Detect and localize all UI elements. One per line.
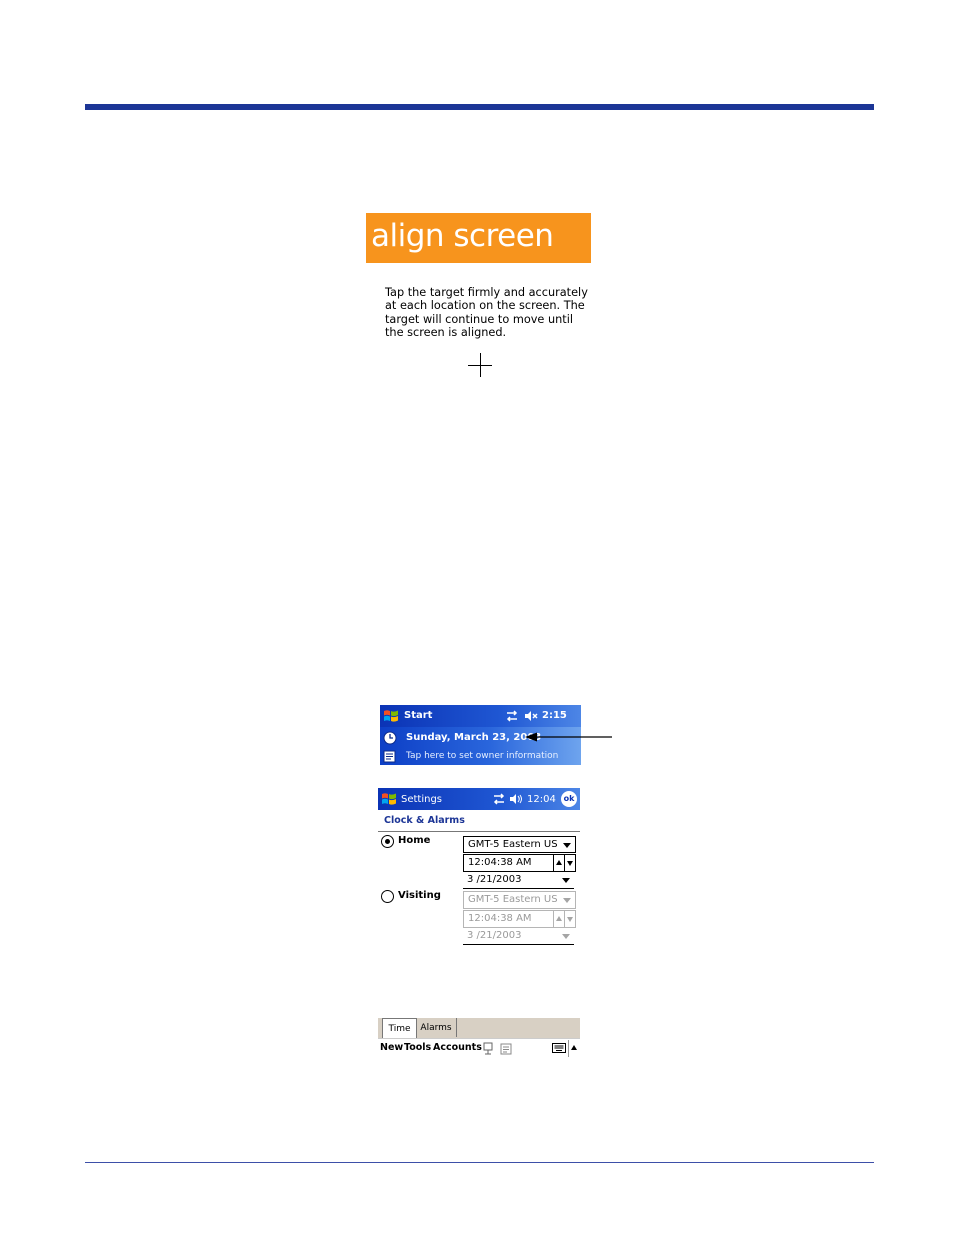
settings-screen: Settings 12:04 ok Clock & Alarms Home GM…: [378, 788, 580, 950]
spin-down-button[interactable]: [564, 855, 575, 871]
arrow-up-icon: [556, 916, 562, 921]
home-timezone-value: GMT-5 Eastern US: [468, 839, 558, 850]
sip-menu-button[interactable]: [568, 1040, 579, 1057]
visiting-time-value: 12:04:38 AM: [468, 913, 532, 924]
align-screen-title: align screen: [371, 218, 554, 254]
windows-start-icon[interactable]: [381, 791, 397, 807]
header-rule: [85, 104, 874, 110]
speaker-muted-icon[interactable]: [524, 710, 538, 722]
menu-tools[interactable]: Tools: [404, 1042, 431, 1053]
keyboard-icon[interactable]: [552, 1042, 566, 1054]
spin-up-button[interactable]: [553, 855, 564, 871]
speaker-icon[interactable]: [509, 793, 523, 805]
settings-title-bar: Settings 12:04 ok: [378, 788, 580, 810]
align-instructions: Tap the target firmly and accurately at …: [385, 286, 588, 339]
align-instruction-line: target will continue to move until: [385, 312, 573, 326]
visiting-timezone-value: GMT-5 Eastern US: [468, 894, 558, 905]
home-label[interactable]: Home: [398, 835, 430, 846]
visiting-label[interactable]: Visiting: [398, 890, 441, 901]
visiting-time-field[interactable]: 12:04:38 AM: [463, 910, 576, 928]
visiting-date-value: 3 /21/2003: [467, 930, 522, 941]
visiting-date-field[interactable]: 3 /21/2003: [463, 928, 574, 945]
arrow-up-icon: [556, 860, 562, 865]
home-time-field[interactable]: 12:04:38 AM: [463, 854, 576, 872]
callout-arrow: [525, 732, 612, 742]
arrow-down-icon: [567, 917, 573, 922]
arrow-down-icon: [567, 861, 573, 866]
align-instruction-line: at each location on the screen. The: [385, 299, 585, 313]
dropdown-arrow-icon[interactable]: [563, 898, 571, 903]
tab-alarms[interactable]: Alarms: [416, 1018, 457, 1037]
visiting-timezone-select[interactable]: GMT-5 Eastern US: [463, 891, 576, 909]
tab-time[interactable]: Time: [382, 1018, 417, 1039]
clock-icon: [383, 731, 397, 745]
divider: [378, 831, 580, 832]
menu-new[interactable]: New: [380, 1042, 403, 1053]
clock-time[interactable]: 12:04: [527, 794, 556, 805]
clock-time[interactable]: 2:15: [542, 710, 567, 721]
spin-down-button[interactable]: [564, 911, 575, 927]
dropdown-arrow-icon[interactable]: [562, 878, 570, 883]
start-label[interactable]: Start: [404, 710, 432, 721]
settings-title: Settings: [401, 794, 443, 805]
home-date-value: 3 /21/2003: [467, 874, 522, 885]
menu-accounts[interactable]: Accounts: [433, 1042, 482, 1053]
dropdown-arrow-icon[interactable]: [562, 934, 570, 939]
contact-card-icon: [383, 750, 396, 763]
connectivity-icon[interactable]: [492, 793, 506, 805]
today-date: Sunday, March 23, 2003: [406, 732, 542, 743]
ok-button[interactable]: ok: [561, 791, 577, 807]
spin-up-button[interactable]: [553, 911, 564, 927]
align-instruction-line: the screen is aligned.: [385, 325, 507, 339]
windows-start-icon[interactable]: [383, 708, 399, 724]
crosshair-target-icon[interactable]: [480, 353, 481, 377]
arrow-up-icon: [571, 1045, 577, 1050]
today-title-bar: Start 2:15: [380, 705, 581, 727]
home-radio[interactable]: [381, 835, 394, 848]
owner-info-row[interactable]: Tap here to set owner information: [380, 748, 581, 765]
send-receive-icon[interactable]: [482, 1042, 494, 1055]
dropdown-arrow-icon[interactable]: [563, 843, 571, 848]
menu-bar: New Tools Accounts: [378, 1038, 580, 1058]
settings-subtitle: Clock & Alarms: [384, 815, 465, 826]
visiting-radio[interactable]: [381, 890, 394, 903]
home-timezone-select[interactable]: GMT-5 Eastern US: [463, 836, 576, 853]
owner-prompt: Tap here to set owner information: [406, 751, 559, 761]
footer-rule: [85, 1162, 874, 1163]
radio-selected-dot: [385, 839, 390, 844]
folder-list-icon[interactable]: [500, 1042, 512, 1055]
tab-strip: Time Alarms: [378, 1018, 580, 1039]
align-instruction-line: Tap the target firmly and accurately: [385, 286, 588, 299]
home-time-value: 12:04:38 AM: [468, 857, 532, 868]
connectivity-icon[interactable]: [505, 710, 519, 722]
home-date-field[interactable]: 3 /21/2003: [463, 872, 574, 889]
